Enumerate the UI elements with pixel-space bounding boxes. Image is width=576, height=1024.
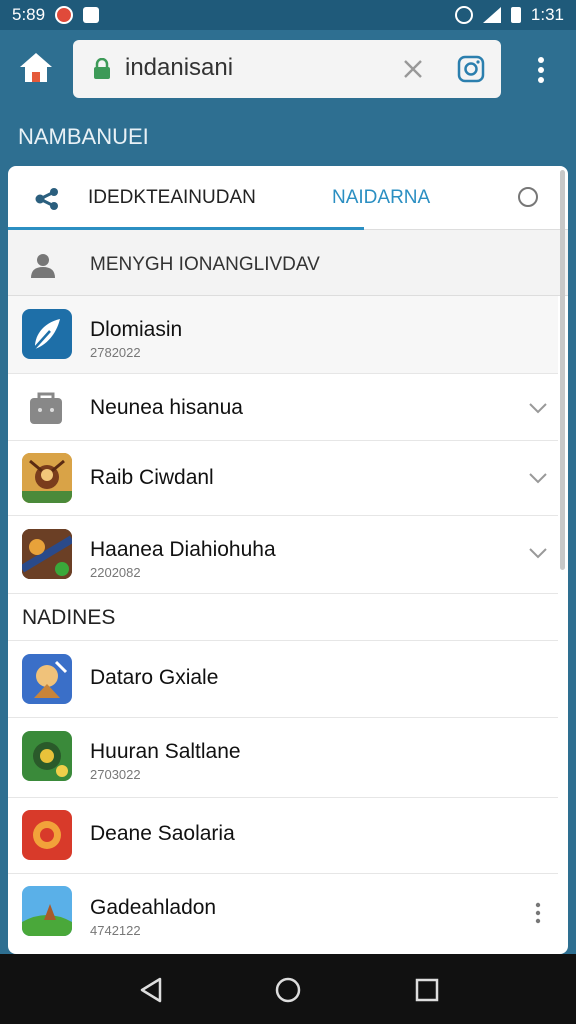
list-item[interactable]: Dataro Gxiale xyxy=(8,640,558,718)
list-item[interactable]: Neunea hisanua xyxy=(8,374,558,441)
item-subtitle: 4742122 xyxy=(90,923,141,938)
item-title: Neunea hisanua xyxy=(90,396,243,419)
list-item[interactable]: Haanea Diahiohuha 2202082 xyxy=(8,516,558,594)
status-time: 5:89 xyxy=(12,5,46,24)
recents-icon[interactable] xyxy=(414,977,440,1003)
game-icon xyxy=(22,529,72,579)
alarm-icon xyxy=(454,6,473,24)
scrollbar[interactable] xyxy=(560,170,565,570)
home-icon[interactable] xyxy=(18,50,54,86)
status-bar: 5:89 1:31 xyxy=(0,0,576,30)
home-nav-icon[interactable] xyxy=(274,976,302,1004)
browser-bar: indanisani xyxy=(0,30,576,108)
navigation-bar xyxy=(0,954,576,1024)
back-icon[interactable] xyxy=(138,976,164,1004)
circle-icon[interactable] xyxy=(518,187,538,207)
list-item[interactable]: Dlomiasin 2782022 xyxy=(8,296,558,374)
section-title: NAMBANUEI xyxy=(18,124,149,149)
share-icon[interactable] xyxy=(34,188,60,210)
item-title: Haanea Diahiohuha xyxy=(90,538,276,561)
lock-icon xyxy=(94,58,110,79)
game-icon xyxy=(22,654,72,704)
content-card: IDEDKTEAINUDAN NAIDARNA MENYGH IONANGLIV… xyxy=(8,166,568,954)
item-title: Gadeahladon xyxy=(90,896,217,919)
status-left: 5:89 xyxy=(12,5,100,25)
item-subtitle: 2202082 xyxy=(90,565,141,580)
item-title: Dlomiasin xyxy=(90,318,183,341)
url-text: indanisani xyxy=(125,54,234,81)
item-subtitle: 2782022 xyxy=(90,345,141,360)
item-title: Raib Ciwdanl xyxy=(90,466,214,489)
list-item[interactable]: Gadeahladon 4742122 xyxy=(8,874,558,954)
game-icon xyxy=(22,810,72,860)
url-bar[interactable]: indanisani xyxy=(73,40,501,98)
item-title: Dataro Gxiale xyxy=(90,666,219,689)
battery-icon xyxy=(510,7,521,23)
bag-icon xyxy=(26,388,66,426)
game-icon xyxy=(22,731,72,781)
status-right: 1:31 xyxy=(454,5,564,25)
account-row[interactable]: MENYGH IONANGLIVDAV xyxy=(8,230,568,296)
game-icon xyxy=(22,886,72,936)
account-label: MENYGH IONANGLIVDAV xyxy=(90,254,320,275)
list-item[interactable]: Huuran Saltlane 2703022 xyxy=(8,718,558,798)
more-vert-icon[interactable] xyxy=(530,56,552,84)
item-subtitle: 2703022 xyxy=(90,767,141,782)
list-item[interactable]: Raib Ciwdanl xyxy=(8,441,558,516)
item-title: Deane Saolaria xyxy=(90,822,235,845)
chevron-down-icon[interactable] xyxy=(528,472,548,484)
tab-bar: IDEDKTEAINUDAN NAIDARNA xyxy=(8,166,568,230)
game-icon xyxy=(22,453,72,503)
tab-1[interactable]: IDEDKTEAINUDAN xyxy=(88,187,256,209)
feather-icon xyxy=(22,309,72,359)
close-icon[interactable] xyxy=(401,57,425,81)
signal-icon xyxy=(482,7,501,23)
notification-icon xyxy=(55,6,74,24)
section-title: NADINES xyxy=(22,606,116,629)
chevron-down-icon[interactable] xyxy=(528,547,548,559)
item-title: Huuran Saltlane xyxy=(90,740,241,763)
person-icon xyxy=(31,254,55,278)
more-vert-icon[interactable] xyxy=(534,902,542,924)
tab-2[interactable]: NAIDARNA xyxy=(332,187,430,209)
screen: 5:89 1:31 indanisani NAMBANUEI IDEDKTEAI… xyxy=(0,0,576,1024)
list-item[interactable]: Deane Saolaria xyxy=(8,798,558,874)
instagram-icon[interactable] xyxy=(457,55,485,83)
chevron-down-icon[interactable] xyxy=(528,402,548,414)
app-notification-icon xyxy=(83,7,100,23)
status-right-text: 1:31 xyxy=(530,5,564,24)
